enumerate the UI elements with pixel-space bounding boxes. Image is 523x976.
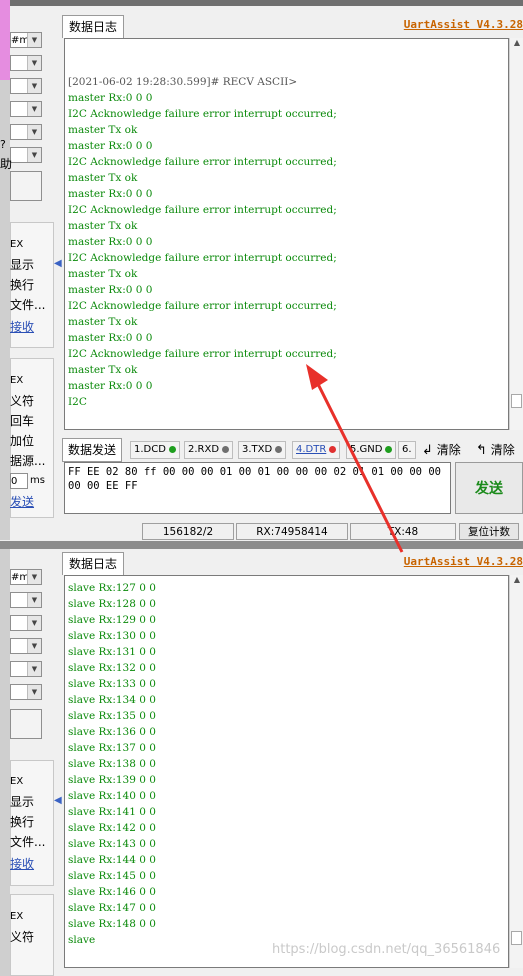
- annotation-arrow-icon: [306, 364, 404, 553]
